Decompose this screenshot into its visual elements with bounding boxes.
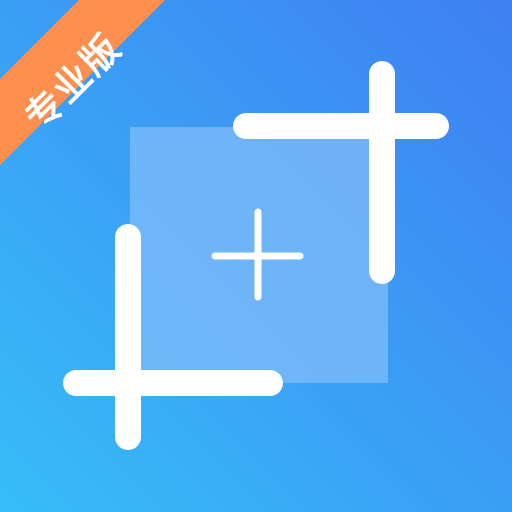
app-icon: 专业版 [0,0,512,512]
